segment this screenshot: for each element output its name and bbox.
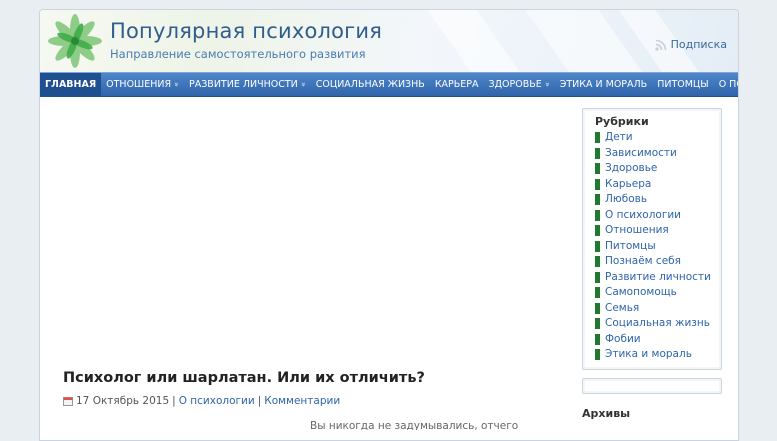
category-bullet-icon	[595, 163, 600, 175]
category-label: Дети	[605, 131, 633, 143]
main-navigation: Главная Отношения » Развитие личности » …	[40, 72, 738, 97]
category-bullet-icon	[595, 349, 600, 361]
nav-item-career[interactable]: Карьера	[430, 73, 484, 96]
category-bullet-icon	[595, 302, 600, 314]
header-decoration	[417, 10, 543, 72]
category-item[interactable]: Развитие личности	[595, 270, 715, 286]
nav-item-label: Здоровье	[488, 79, 542, 90]
subscribe-link[interactable]: Подписка	[655, 38, 727, 51]
post-comments-link[interactable]: Комментарии	[264, 395, 340, 407]
nav-item-label: Социальная жизнь	[315, 79, 425, 90]
category-bullet-icon	[595, 333, 600, 345]
post-excerpt: Вы никогда не задумывались, отчего	[310, 420, 519, 430]
category-label: Здоровье	[605, 162, 658, 174]
category-bullet-icon	[595, 318, 600, 330]
category-item[interactable]: Фобии	[595, 332, 715, 348]
nav-item-ethics[interactable]: Этика и мораль	[555, 73, 653, 96]
nav-item-label: Этика и мораль	[559, 79, 648, 90]
nav-item-relationships[interactable]: Отношения »	[101, 73, 184, 96]
nav-item-home[interactable]: Главная	[40, 73, 102, 96]
category-bullet-icon	[595, 178, 600, 190]
category-label: О психологии	[605, 208, 682, 221]
nav-item-social-life[interactable]: Социальная жизнь	[311, 73, 430, 96]
category-label: Любовь	[605, 193, 648, 205]
rss-icon	[655, 39, 666, 51]
main-content: Психолог или шарлатан. Или их отличить? …	[40, 96, 580, 440]
category-item[interactable]: Любовь	[595, 192, 715, 208]
category-label: Развитие личности	[605, 270, 711, 283]
category-item[interactable]: О психологии	[595, 208, 715, 224]
empty-widget	[582, 377, 722, 394]
category-bullet-icon	[595, 271, 600, 283]
nav-item-label: Карьера	[434, 79, 479, 90]
archives-title: Архивы	[582, 406, 631, 420]
category-item[interactable]: Здоровье	[595, 161, 715, 177]
nav-item-personal-growth[interactable]: Развитие личности »	[184, 73, 311, 96]
category-label: Социальная жизнь	[605, 317, 710, 329]
category-bullet-icon	[595, 256, 600, 268]
site-title[interactable]: Популярная психология	[110, 19, 382, 43]
nav-item-label: Питомцы	[657, 79, 709, 90]
subscribe-label: Подписка	[670, 38, 727, 51]
category-bullet-icon	[595, 287, 600, 299]
post-meta: 17 Октябрь 2015 | О психологии | Коммент…	[63, 395, 340, 407]
site-logo-icon[interactable]	[48, 14, 102, 68]
nav-item-label: Отношения	[106, 79, 172, 90]
category-item[interactable]: Семья	[595, 301, 715, 317]
category-item[interactable]: Социальная жизнь	[595, 316, 715, 332]
category-bullet-icon	[595, 132, 600, 144]
category-label: Семья	[605, 301, 640, 314]
category-item[interactable]: Самопомощь	[595, 285, 715, 301]
nav-item-label: О психологии	[718, 79, 738, 90]
category-label: Этика и мораль	[605, 348, 692, 360]
chevron-down-icon: »	[542, 82, 552, 87]
category-label: Самопомощь	[605, 286, 677, 298]
category-item[interactable]: Дети	[595, 130, 715, 146]
page-container: Популярная психология Направление самост…	[39, 9, 739, 441]
meta-separator: |	[257, 395, 262, 407]
category-bullet-icon	[595, 209, 600, 221]
chevron-down-icon: »	[298, 82, 308, 87]
category-label: Зависимости	[605, 146, 677, 159]
chevron-down-icon: »	[172, 82, 182, 87]
category-label: Карьера	[605, 177, 652, 190]
category-label: Питомцы	[605, 239, 656, 252]
categories-title: Рубрики	[595, 115, 649, 128]
calendar-icon	[63, 397, 73, 406]
category-bullet-icon	[595, 240, 600, 252]
categories-widget: Рубрики Дети Зависимости Здоровье Карьера Лю…	[582, 108, 722, 370]
post-title[interactable]: Психолог или шарлатан. Или их отличить?	[63, 370, 425, 386]
category-label: Отношения	[605, 224, 669, 236]
post-category-link[interactable]: О психологии	[179, 395, 255, 407]
sidebar: Рубрики Дети Зависимости Здоровье Карьера Лю…	[582, 108, 722, 420]
category-bullet-icon	[595, 225, 600, 237]
nav-item-about-psychology[interactable]: О психологии	[714, 73, 738, 96]
category-item[interactable]: Познаём себя	[595, 254, 715, 270]
category-item[interactable]: Этика и мораль	[595, 347, 715, 363]
nav-item-label: Развитие личности	[188, 79, 298, 90]
category-item[interactable]: Отношения	[595, 223, 715, 239]
category-label: Фобии	[605, 332, 641, 345]
category-label: Познаём себя	[605, 255, 681, 267]
category-bullet-icon	[595, 147, 600, 159]
post-date: 17 Октябрь 2015	[76, 395, 170, 407]
site-description: Направление самостоятельного развития	[110, 47, 366, 61]
nav-item-label: Главная	[45, 79, 97, 90]
category-list: Дети Зависимости Здоровье Карьера Любовь О пс…	[595, 130, 715, 363]
nav-item-pets[interactable]: Питомцы	[652, 73, 714, 96]
site-header: Популярная психология Направление самост…	[40, 10, 738, 72]
category-bullet-icon	[595, 194, 600, 206]
category-item[interactable]: Карьера	[595, 177, 715, 193]
meta-separator: |	[172, 395, 176, 407]
category-item[interactable]: Питомцы	[595, 239, 715, 255]
category-item[interactable]: Зависимости	[595, 146, 715, 162]
nav-item-health[interactable]: Здоровье »	[484, 73, 555, 96]
